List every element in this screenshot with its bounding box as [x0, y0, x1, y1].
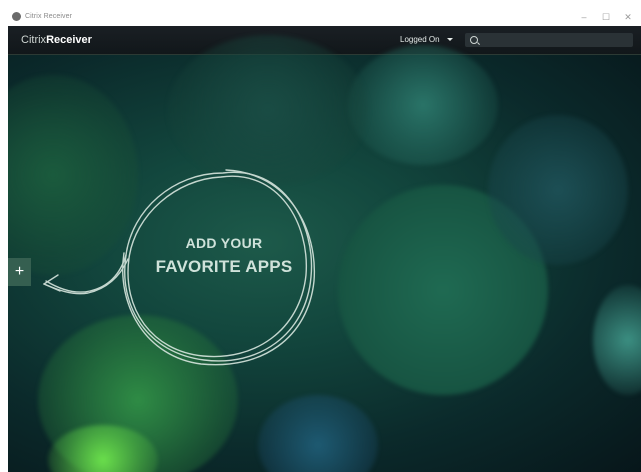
brand-text-bold: Receiver: [46, 34, 92, 46]
citrix-app-icon: [12, 12, 21, 21]
chalk-circle-arrow-drawing: [43, 169, 316, 366]
user-menu[interactable]: Logged On: [400, 35, 453, 44]
app-window: Citrix Receiver – ☐ ✕ CitrixReceiver Log…: [8, 8, 641, 472]
add-favorites-prompt: ADD YOUR FAVORITE APPS: [128, 235, 320, 277]
window-titlebar: Citrix Receiver – ☐ ✕: [8, 8, 641, 26]
user-menu-label: Logged On: [400, 35, 440, 44]
maximize-button[interactable]: ☐: [595, 10, 617, 24]
search-box[interactable]: [465, 33, 633, 47]
prompt-line-2: FAVORITE APPS: [155, 257, 293, 276]
minimize-button[interactable]: –: [573, 10, 595, 24]
window-title: Citrix Receiver: [25, 13, 73, 20]
chevron-down-icon: [446, 38, 453, 41]
search-icon: [470, 36, 478, 44]
search-input[interactable]: [483, 33, 629, 47]
apps-canvas: + ADD YOUR FAVORITE APPS: [8, 35, 641, 472]
add-apps-button[interactable]: +: [8, 258, 31, 286]
prompt-line-1: ADD YOUR: [185, 235, 263, 251]
citrix-receiver-logo: CitrixReceiver: [21, 34, 92, 46]
close-button[interactable]: ✕: [617, 10, 639, 24]
brand-text-light: Citrix: [21, 34, 47, 46]
